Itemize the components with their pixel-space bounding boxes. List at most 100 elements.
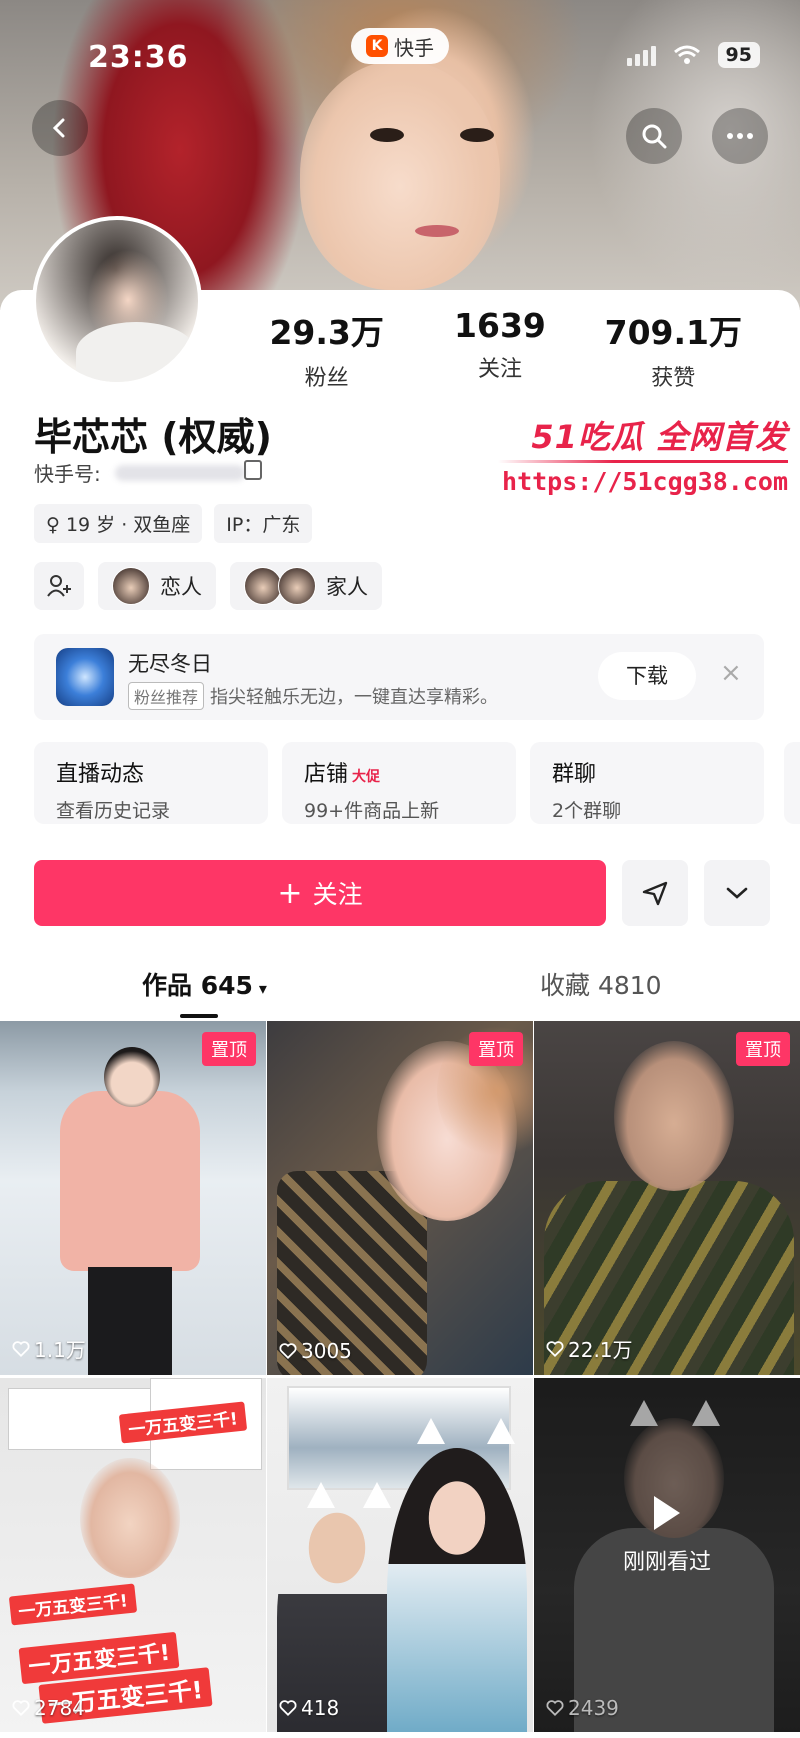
stat-likes[interactable]: 709.1万 获赞 bbox=[593, 306, 753, 392]
relations-row: 恋人 家人 bbox=[34, 562, 382, 610]
relation-family[interactable]: 家人 bbox=[230, 562, 382, 610]
search-icon bbox=[642, 124, 667, 149]
tile-group-chat[interactable]: 群聊 2个群聊 bbox=[530, 742, 764, 824]
cover-face bbox=[300, 60, 500, 290]
heart-icon bbox=[546, 1700, 564, 1717]
heart-icon bbox=[279, 1343, 297, 1360]
search-button[interactable] bbox=[626, 108, 682, 164]
profile-actions: + 关注 bbox=[34, 860, 770, 926]
like-count: 22.1万 bbox=[546, 1334, 633, 1363]
video-thumbnail[interactable]: 刚刚看过 2439 bbox=[534, 1378, 800, 1732]
tile-subtitle: 查看历史记录 bbox=[56, 800, 171, 822]
kuaishou-id: 快手号: bbox=[34, 458, 245, 487]
sale-badge: 大促 bbox=[352, 769, 381, 785]
chevron-left-icon bbox=[52, 118, 65, 138]
wifi-icon bbox=[673, 45, 700, 64]
more-button[interactable] bbox=[712, 108, 768, 164]
send-icon bbox=[642, 881, 668, 906]
stat-value: 709.1万 bbox=[604, 313, 742, 352]
heart-icon bbox=[546, 1340, 564, 1357]
like-count-value: 3005 bbox=[301, 1339, 352, 1363]
feature-tiles: 直播动态 查看历史记录 店铺 大促 99+件商品上新 群聊 2个群聊 bbox=[34, 742, 764, 824]
heart-icon bbox=[12, 1340, 30, 1357]
like-count: 2784 bbox=[12, 1696, 85, 1720]
like-count-value: 2784 bbox=[34, 1696, 85, 1720]
promo-tag: 粉丝推荐 bbox=[128, 682, 205, 710]
promo-recommend: 粉丝推荐 指尖轻触乐无边，一键直达享精彩。 bbox=[128, 682, 498, 710]
caret-down-icon: ▾ bbox=[258, 979, 267, 998]
app-source-pill[interactable]: K 快手 bbox=[351, 28, 449, 64]
overlay-text: 一万五变三千! bbox=[8, 1583, 137, 1626]
kuaishou-logo-icon: K bbox=[366, 35, 388, 57]
plus-icon: + bbox=[277, 875, 303, 911]
profile-tags: ♀ 19 岁 · 双鱼座 IP：广东 bbox=[34, 504, 313, 543]
video-thumbnail[interactable]: 418 bbox=[267, 1378, 533, 1732]
video-thumbnail[interactable]: 置顶 3005 bbox=[267, 1021, 533, 1375]
avatar[interactable] bbox=[32, 216, 202, 386]
follow-label: 关注 bbox=[312, 880, 363, 909]
tile-subtitle: 2个群聊 bbox=[552, 800, 622, 822]
game-icon bbox=[56, 648, 114, 706]
like-count: 3005 bbox=[279, 1339, 352, 1363]
heart-icon bbox=[279, 1700, 297, 1717]
watermark-title: 51吃瓜 全网首发 bbox=[531, 418, 788, 456]
family-avatar-2 bbox=[278, 567, 316, 605]
watched-label: 刚刚看过 bbox=[622, 1550, 711, 1575]
copy-icon[interactable] bbox=[244, 460, 262, 480]
watermark-line bbox=[498, 460, 788, 463]
chevron-down-icon bbox=[726, 887, 748, 899]
stat-label: 粉丝 bbox=[304, 366, 349, 391]
tab-favorites[interactable]: 收藏 4810 bbox=[540, 966, 662, 1002]
stat-value: 1639 bbox=[454, 306, 546, 345]
status-time: 23:36 bbox=[88, 40, 189, 75]
expand-button[interactable] bbox=[704, 860, 770, 926]
follow-button[interactable]: + 关注 bbox=[34, 860, 606, 926]
promo-title: 无尽冬日 bbox=[128, 652, 212, 676]
add-friend-button[interactable] bbox=[34, 562, 84, 610]
content-tabs: 作品 645 ▾ 收藏 4810 bbox=[0, 960, 800, 1020]
relation-lover[interactable]: 恋人 bbox=[98, 562, 216, 610]
stat-following[interactable]: 1639 关注 bbox=[420, 306, 580, 392]
like-count-value: 418 bbox=[301, 1696, 340, 1720]
tile-live-history[interactable]: 直播动态 查看历史记录 bbox=[34, 742, 268, 824]
watermark-url: https://51cgg38.com bbox=[502, 467, 788, 496]
stat-label: 获赞 bbox=[651, 366, 696, 391]
relation-label: 恋人 bbox=[160, 575, 202, 599]
stat-fans[interactable]: 29.3万 粉丝 bbox=[247, 306, 407, 392]
lover-avatar bbox=[112, 567, 150, 605]
close-icon[interactable]: × bbox=[720, 658, 742, 688]
tab-works-label: 作品 645 bbox=[142, 971, 253, 1000]
watched-overlay: 刚刚看过 bbox=[534, 1496, 800, 1576]
watermark: 51吃瓜 全网首发 https://51cgg38.com bbox=[498, 412, 788, 496]
game-promo-banner[interactable]: 无尽冬日 粉丝推荐 指尖轻触乐无边，一键直达享精彩。 下载 × bbox=[34, 634, 764, 720]
like-count: 418 bbox=[279, 1696, 339, 1720]
cover-eye-left bbox=[370, 128, 404, 142]
back-button[interactable] bbox=[32, 100, 88, 156]
tile-title: 直播动态 bbox=[56, 762, 145, 787]
heart-icon bbox=[12, 1700, 30, 1717]
video-thumbnail[interactable]: 置顶 1.1万 bbox=[0, 1021, 266, 1375]
relation-label: 家人 bbox=[326, 575, 368, 599]
message-button[interactable] bbox=[622, 860, 688, 926]
like-count: 1.1万 bbox=[12, 1334, 86, 1363]
like-count-value: 1.1万 bbox=[34, 1338, 86, 1362]
tile-subtitle: 99+件商品上新 bbox=[304, 800, 440, 822]
like-count-value: 22.1万 bbox=[568, 1338, 633, 1362]
video-grid: 置顶 1.1万 置顶 3005 置顶 22.1万 一万五变三千! 一万五变三千!… bbox=[0, 1021, 800, 1732]
tile-shop[interactable]: 店铺 大促 99+件商品上新 bbox=[282, 742, 516, 824]
video-thumbnail[interactable]: 置顶 22.1万 bbox=[534, 1021, 800, 1375]
signal-icon bbox=[626, 44, 656, 66]
tile-title: 群聊 bbox=[552, 762, 597, 787]
status-icons: 95 bbox=[626, 42, 760, 68]
profile-stats: 29.3万 粉丝 1639 关注 709.1万 获赞 bbox=[240, 306, 760, 392]
pinned-badge: 置顶 bbox=[469, 1032, 523, 1066]
promo-desc: 指尖轻触乐无边，一键直达享精彩。 bbox=[210, 687, 499, 708]
cover-eye-right bbox=[460, 128, 494, 142]
like-count: 2439 bbox=[546, 1696, 619, 1720]
battery-indicator: 95 bbox=[717, 42, 760, 68]
kuaishou-id-value-blurred bbox=[114, 464, 245, 481]
tile-next-partial[interactable] bbox=[784, 742, 800, 824]
video-thumbnail[interactable]: 一万五变三千! 一万五变三千! 一万五变三千! 一万五变三千! 2784 bbox=[0, 1378, 266, 1732]
download-button[interactable]: 下载 bbox=[598, 652, 696, 700]
tab-works[interactable]: 作品 645 ▾ bbox=[142, 966, 267, 1002]
